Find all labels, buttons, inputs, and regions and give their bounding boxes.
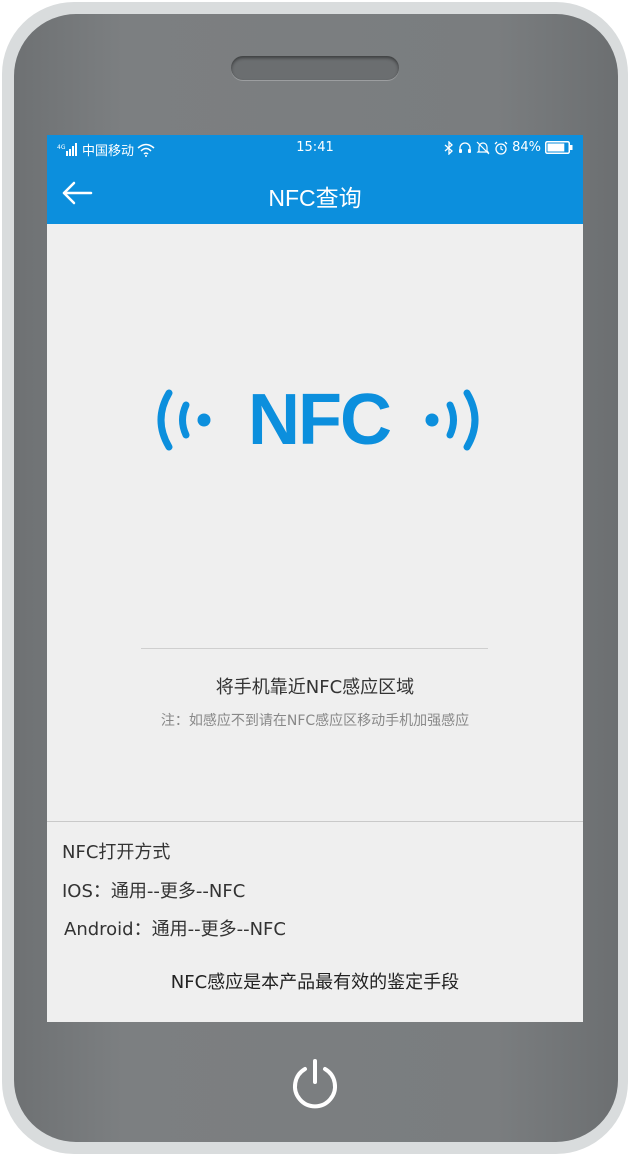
mute-icon xyxy=(476,141,490,154)
bluetooth-icon xyxy=(444,140,454,155)
note-text: 注：如感应不到请在NFC感应区移动手机加强感应 xyxy=(160,713,470,729)
phone-frame: 4G 中国移动 15:41 84% NFC查询 NFC 将手机靠近NFC感应区域… xyxy=(0,0,632,1158)
status-right: 84% xyxy=(444,140,573,155)
footer-note: NFC感应是本产品最有效的鉴定手段 xyxy=(170,972,460,993)
android-instruction: Android：通用--更多--NFC xyxy=(64,919,286,940)
nfc-logo-text: NFC xyxy=(248,380,392,460)
nfc-logo: NFC xyxy=(153,380,483,460)
power-icon xyxy=(293,1059,337,1109)
page-title: NFC查询 xyxy=(268,185,362,211)
instruction-text: 将手机靠近NFC感应区域 xyxy=(215,677,415,698)
battery-icon xyxy=(545,141,573,154)
nfc-wave-icon xyxy=(157,389,211,451)
phone-screen: 4G 中国移动 15:41 84% NFC查询 NFC 将手机靠近NFC感应区域… xyxy=(47,135,583,1022)
battery-percent: 84% xyxy=(512,140,541,155)
status-bar: 4G 中国移动 15:41 84% xyxy=(47,135,583,162)
speaker-grille xyxy=(231,56,399,80)
alarm-icon xyxy=(494,141,508,155)
divider xyxy=(141,648,488,649)
section-divider xyxy=(47,821,583,822)
title-bar: NFC查询 xyxy=(47,162,583,224)
home-button[interactable] xyxy=(286,1055,344,1113)
nfc-wave-icon xyxy=(425,389,479,451)
headset-icon xyxy=(459,141,472,153)
nfc-open-title: NFC打开方式 xyxy=(62,842,171,863)
ios-instruction: IOS：通用--更多--NFC xyxy=(62,881,246,902)
